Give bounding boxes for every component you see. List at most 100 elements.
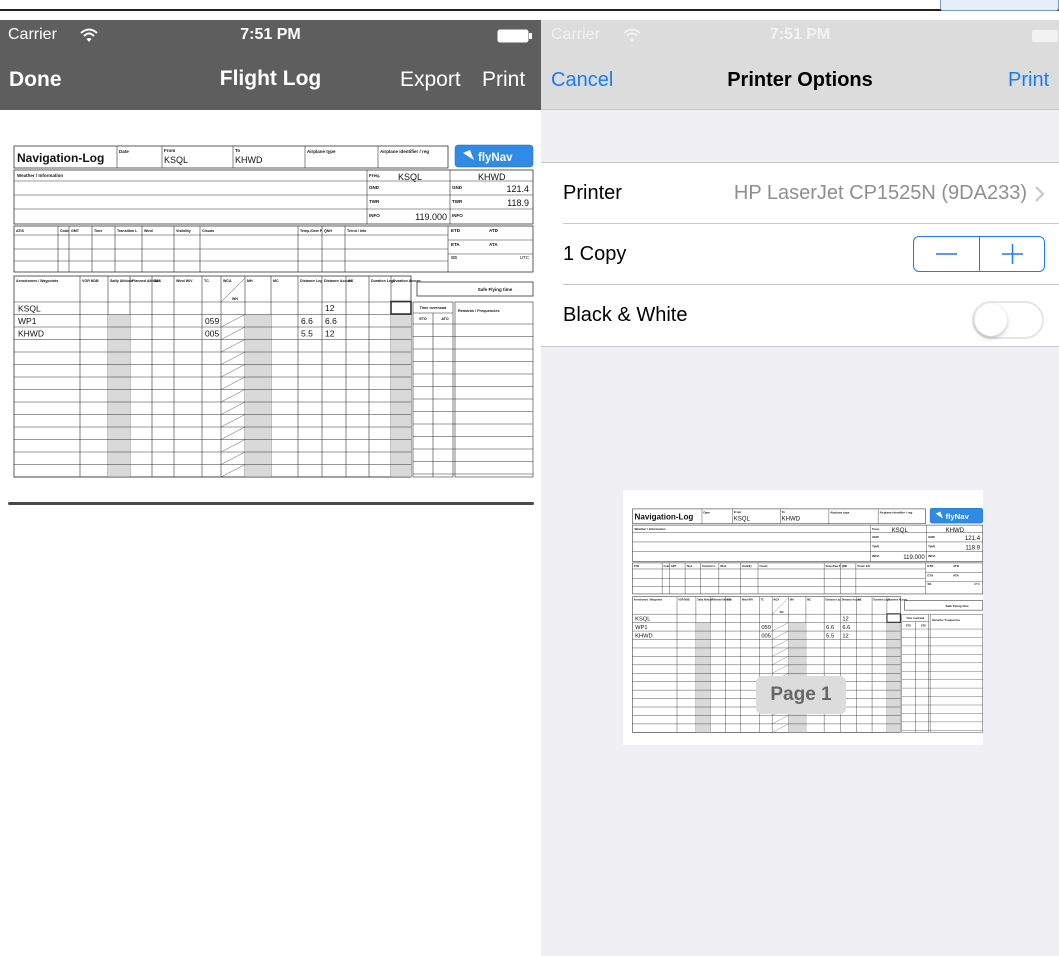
status-bar-dimmed: Carrier 7:51 PM: [541, 20, 1059, 50]
sheet-text: ATIS: [634, 565, 640, 568]
document-shadow: [8, 502, 534, 505]
sheet-text: 5.5: [301, 329, 313, 339]
sheet-text: 005: [761, 633, 771, 639]
clock: 7:51 PM: [769, 26, 831, 43]
sheet-text: TAS: [154, 279, 162, 283]
sheet-text: 121.4: [506, 184, 529, 194]
export-button[interactable]: Export: [400, 68, 461, 92]
sheet-text: VOR NDB: [82, 279, 99, 283]
minus-icon: [936, 253, 957, 255]
sheet-text: Navigation-Log: [17, 151, 104, 165]
navigation-log-sheet: Navigation-Log Date From KSQL To KHWD Airplane…: [13, 144, 534, 478]
sheet-text: WP1: [18, 316, 37, 326]
sheet-text: ETD: [927, 564, 934, 568]
page-title: Printer Options: [727, 69, 873, 91]
screen: Carrier 7:51 PM Done Flight Log Export P…: [0, 0, 1059, 956]
sheet-text: KSQL: [398, 172, 422, 182]
black-white-label: Black & White: [563, 304, 688, 326]
sheet-text: To: [235, 148, 240, 153]
sheet-text: MH: [790, 599, 794, 602]
flight-log-document[interactable]: Navigation-Log Date From KSQL To KHWD Airplane…: [0, 118, 541, 500]
grid-line: [220, 326, 246, 340]
grid-line: [772, 647, 789, 657]
sheet-text: INFO: [928, 554, 936, 558]
sheet-text: GND: [928, 535, 936, 539]
sheet-text: Duration Legs: [371, 279, 395, 283]
black-white-toggle[interactable]: [972, 301, 1044, 339]
grid-line: [772, 656, 789, 665]
printer-value: HP LaserJet CP1525N (9DA233): [733, 182, 1027, 204]
grid-line: [220, 414, 246, 428]
sheet-text: ATD: [489, 228, 499, 233]
sheet-text: flyNav: [478, 152, 513, 164]
sheet-text: Wind: [720, 565, 726, 568]
sheet-text: Visibility: [176, 229, 191, 233]
sheet-text: WH: [232, 297, 238, 301]
sheet-text: GS: [348, 279, 354, 283]
sheet-text: UTC: [520, 255, 530, 260]
sheet-text: Trend / Info: [857, 565, 871, 568]
sheet-text: Safty Altitude: [110, 279, 133, 283]
sheet-text: MC: [273, 279, 279, 283]
sheet-text: WH: [780, 612, 784, 614]
grid-line: [220, 464, 246, 478]
sheet-text: QNH: [842, 565, 848, 568]
sheet-text: INFO: [369, 213, 380, 218]
sheet-text: Wind: [144, 229, 153, 233]
sheet-text: flyNav: [946, 512, 970, 521]
sheet-text: Clouds: [202, 229, 214, 233]
sheet-text: ATD: [953, 564, 960, 568]
sheet-text: KSQL: [164, 155, 188, 165]
sheet-text: Airplane type: [307, 149, 336, 154]
sheet-text: Navigation-Log: [634, 513, 693, 522]
sheet-text: ATO: [441, 317, 448, 321]
print-button[interactable]: Print: [1008, 69, 1049, 92]
sheet-text: QNH: [324, 229, 332, 233]
sheet-text: Clouds: [759, 565, 768, 568]
plus-icon: [1002, 244, 1023, 264]
sheet-text: MC: [807, 599, 811, 602]
clock: 7:51 PM: [240, 26, 301, 43]
sheet-text: 6.6: [325, 316, 337, 326]
copies-row: 1 Copy: [541, 224, 1059, 285]
sheet-text: 119.000: [415, 212, 447, 222]
printer-row[interactable]: Printer HP LaserJet CP1525N (9DA233): [541, 163, 1059, 224]
sheet-text: Remarks / Frequencies: [458, 309, 500, 313]
sheet-text: KHWD: [478, 172, 506, 182]
chevron-right-icon: [1035, 186, 1045, 202]
sheet-text: TWR: [452, 199, 463, 204]
grid-line: [220, 339, 246, 353]
grid-cell: [929, 613, 983, 733]
printer-options-panel: Carrier 7:51 PM Cancel Printer Options P…: [541, 20, 1059, 956]
sheet-text: Airplane identifier / reg: [380, 149, 429, 154]
sheet-text: 12: [325, 329, 335, 339]
sheet-text: 121.4: [965, 536, 981, 542]
sheet-text: 5.5: [826, 633, 834, 639]
grid-cell: [904, 600, 984, 611]
sheet-text: ETA: [451, 242, 460, 247]
grid-cell: [454, 301, 534, 478]
sheet-text: ATIS: [16, 229, 25, 233]
sheet-text: TWR: [928, 544, 936, 548]
sheet-text: 005: [205, 329, 219, 339]
grid-cell: [886, 622, 901, 733]
grid-cell: [695, 622, 711, 733]
sheet-text: Temp./Dew P: [826, 565, 841, 568]
grid-cell: [886, 613, 901, 623]
copies-stepper[interactable]: [913, 236, 1045, 272]
grid-line: [220, 389, 246, 403]
decrement-button[interactable]: [914, 237, 979, 271]
sheet-text: Time: [686, 565, 692, 568]
sheet-text: 059: [761, 625, 771, 631]
navigation-bar: Done Flight Log Export Print: [0, 50, 541, 110]
grid-line: [220, 314, 246, 328]
print-button[interactable]: Print: [482, 68, 525, 92]
sheet-text: INFO: [452, 213, 463, 218]
corner-tab: [940, 0, 1059, 11]
sheet-text: ETO: [419, 317, 427, 321]
sheet-text: WP1: [635, 625, 647, 631]
grid-line: [220, 364, 246, 378]
sheet-text: To: [782, 510, 786, 514]
increment-button[interactable]: [980, 237, 1045, 271]
sheet-text: GMT: [71, 229, 80, 233]
